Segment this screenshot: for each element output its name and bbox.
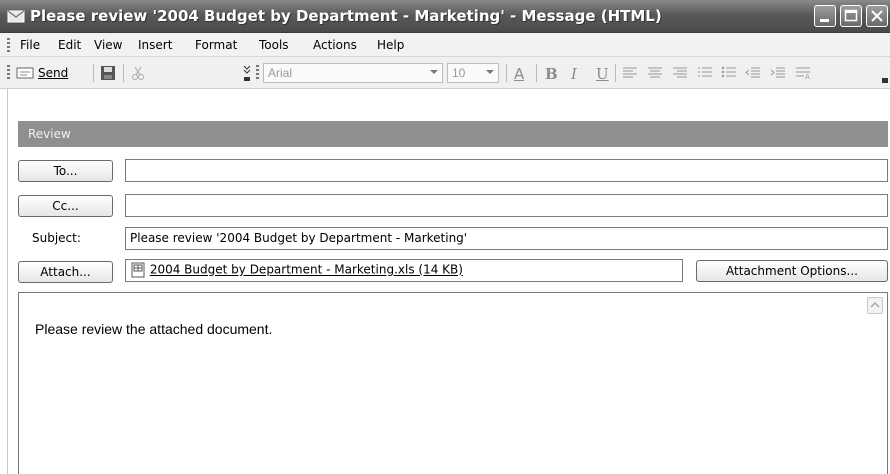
send-label: Send (38, 66, 69, 80)
send-icon (16, 67, 34, 79)
format-toolbar-grip[interactable] (256, 65, 259, 81)
review-band: Review (18, 121, 888, 147)
minimize-icon (820, 19, 829, 22)
cut-button[interactable] (130, 62, 146, 84)
menu-edit[interactable]: Edit (58, 38, 81, 52)
attachment-link[interactable]: 2004 Budget by Department - Marketing.xl… (150, 263, 463, 277)
subject-value: Please review '2004 Budget by Department… (130, 231, 468, 245)
envelope-icon (7, 10, 25, 23)
scroll-up-button[interactable] (867, 297, 883, 314)
title-bar: Please review '2004 Budget by Department… (0, 0, 890, 33)
to-button[interactable]: To... (18, 160, 113, 182)
menu-format[interactable]: Format (195, 38, 237, 52)
bullet-list-icon[interactable] (721, 66, 737, 80)
menu-help[interactable]: Help (377, 38, 404, 52)
align-left-icon[interactable] (622, 66, 638, 80)
cc-button-label: Cc... (52, 199, 79, 213)
review-label: Review (28, 127, 71, 141)
cc-button[interactable]: Cc... (18, 195, 113, 217)
menu-view[interactable]: View (94, 38, 122, 52)
window-border (7, 89, 8, 474)
toolbar-options-button[interactable] (882, 65, 888, 87)
toolbar-separator (615, 64, 616, 82)
scissors-icon (132, 66, 144, 80)
window-title: Please review '2004 Budget by Department… (30, 7, 662, 25)
decrease-indent-icon[interactable] (745, 66, 761, 80)
attach-button-label: Attach... (40, 265, 91, 279)
menu-actions[interactable]: Actions (313, 38, 357, 52)
cc-field[interactable] (125, 194, 888, 217)
subject-field[interactable]: Please review '2004 Budget by Department… (125, 227, 888, 250)
save-icon (101, 66, 115, 80)
menu-tools[interactable]: Tools (259, 38, 289, 52)
font-size-value: 10 (452, 66, 466, 80)
toolbar-overflow-button[interactable] (243, 62, 251, 84)
to-button-label: To... (53, 164, 78, 178)
maximize-icon (844, 9, 858, 22)
save-button[interactable] (100, 62, 116, 84)
numbered-list-icon[interactable] (697, 66, 713, 80)
chevron-down-icon (882, 78, 888, 83)
toolbar-separator (536, 64, 537, 82)
subject-label: Subject: (32, 231, 81, 245)
italic-button[interactable]: I (571, 65, 577, 83)
align-center-icon[interactable] (647, 66, 663, 80)
increase-indent-icon[interactable] (770, 66, 786, 80)
chevron-down-icon (430, 70, 438, 74)
font-color-button[interactable]: A (514, 65, 524, 83)
menu-insert[interactable]: Insert (138, 38, 172, 52)
toolbar-separator (506, 64, 507, 82)
chevron-down-icon (486, 70, 494, 74)
underline-button[interactable]: U (596, 65, 609, 83)
font-size-dropdown[interactable]: 10 (447, 63, 499, 83)
attachment-field: 2004 Budget by Department - Marketing.xl… (125, 259, 683, 282)
align-right-icon[interactable] (672, 66, 688, 80)
maximize-button[interactable] (840, 5, 862, 27)
excel-file-icon (131, 262, 145, 278)
svg-text:A: A (805, 73, 810, 80)
toolbar-separator (123, 64, 124, 82)
toolbar: Send Arial 10 A B I U A (0, 57, 890, 89)
body-text: Please review the attached document. (35, 321, 273, 337)
menu-bar: File Edit View Insert Format Tools Actio… (0, 33, 890, 57)
menubar-grip[interactable] (7, 38, 10, 52)
toolbar-separator (93, 64, 94, 82)
close-icon (871, 10, 883, 22)
font-name-value: Arial (268, 66, 293, 80)
toolbar-grip[interactable] (7, 65, 10, 81)
menu-file[interactable]: File (20, 38, 40, 52)
attach-button[interactable]: Attach... (18, 261, 113, 283)
font-name-dropdown[interactable]: Arial (263, 63, 443, 83)
to-field[interactable] (125, 159, 888, 182)
style-icon[interactable]: A (795, 66, 811, 80)
chevron-down-icon (243, 65, 251, 81)
close-button[interactable] (866, 5, 888, 27)
attachment-options-button[interactable]: Attachment Options... (696, 260, 888, 282)
message-body[interactable]: Please review the attached document. (18, 292, 888, 474)
chevron-up-icon (870, 301, 880, 308)
minimize-button[interactable] (814, 5, 836, 27)
send-button[interactable]: Send (16, 62, 68, 84)
bold-button[interactable]: B (545, 65, 558, 83)
attachment-options-label: Attachment Options... (726, 264, 858, 278)
